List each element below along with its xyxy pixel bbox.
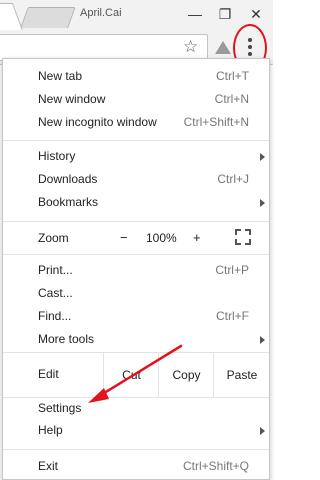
copy-button[interactable]: Copy <box>158 353 214 397</box>
menu-item-new-window[interactable]: New window Ctrl+N <box>3 88 269 111</box>
chrome-menu: New tab Ctrl+T New window Ctrl+N New inc… <box>2 58 270 480</box>
menu-item-downloads[interactable]: Downloads Ctrl+J <box>3 168 269 191</box>
new-tab-button[interactable] <box>20 7 76 28</box>
restore-button[interactable]: ❐ <box>212 2 238 26</box>
menu-item-exit[interactable]: Exit Ctrl+Shift+Q <box>3 455 269 478</box>
menu-item-label: New tab <box>38 69 83 83</box>
submenu-arrow-icon <box>260 199 265 207</box>
menu-item-new-tab[interactable]: New tab Ctrl+T <box>3 65 269 88</box>
menu-item-label: New window <box>38 92 106 106</box>
menu-item-label: Edit <box>38 367 59 381</box>
menu-item-label: Settings <box>38 401 82 415</box>
menu-item-shortcut: Ctrl+J <box>217 172 249 186</box>
menu-item-zoom: Zoom − 100% + <box>3 227 269 250</box>
menu-item-shortcut: Ctrl+N <box>214 92 249 106</box>
submenu-arrow-icon <box>260 153 265 161</box>
menu-divider <box>3 449 269 450</box>
menu-item-shortcut: Ctrl+Shift+Q <box>182 459 249 473</box>
paste-button[interactable]: Paste <box>213 353 270 397</box>
address-bar[interactable] <box>0 34 208 61</box>
submenu-arrow-icon <box>260 336 265 344</box>
menu-item-shortcut: Ctrl+T <box>216 69 249 83</box>
star-icon[interactable]: ☆ <box>183 37 198 57</box>
menu-divider <box>3 221 269 222</box>
menu-item-help[interactable]: Help <box>3 419 269 442</box>
menu-item-label: History <box>38 149 76 163</box>
menu-item-history[interactable]: History <box>3 145 269 168</box>
menu-item-label: Find... <box>38 309 72 323</box>
menu-item-label: More tools <box>38 332 95 346</box>
menu-item-label: Help <box>38 423 63 437</box>
zoom-in-button[interactable]: + <box>193 230 201 245</box>
menu-item-label: New incognito window <box>38 115 157 129</box>
menu-item-cast[interactable]: Cast... <box>3 282 269 305</box>
close-icon: ✕ <box>250 5 262 22</box>
menu-divider <box>3 254 269 255</box>
cut-label: Cut <box>122 368 141 382</box>
zoom-out-button[interactable]: − <box>120 230 128 245</box>
minimize-icon: — <box>188 6 202 22</box>
menu-item-label: Print... <box>38 263 73 277</box>
menu-item-label: Downloads <box>38 172 98 186</box>
menu-divider <box>3 140 269 141</box>
menu-item-label: Bookmarks <box>38 195 99 209</box>
minimize-button[interactable]: — <box>182 2 208 26</box>
restore-icon: ❐ <box>218 5 232 22</box>
menu-item-shortcut: Ctrl+Shift+N <box>183 115 249 129</box>
fullscreen-icon[interactable] <box>235 229 251 245</box>
profile-name[interactable]: April.Cai <box>80 7 122 19</box>
menu-item-label: Cast... <box>38 286 73 300</box>
drive-icon[interactable] <box>215 41 231 54</box>
copy-label: Copy <box>172 368 201 382</box>
zoom-level: 100% <box>146 231 177 245</box>
menu-item-label: Exit <box>38 459 59 473</box>
paste-label: Paste <box>226 368 258 382</box>
menu-item-print[interactable]: Print... Ctrl+P <box>3 259 269 282</box>
submenu-arrow-icon <box>260 427 265 435</box>
close-window-button[interactable]: ✕ <box>243 2 269 26</box>
menu-item-more-tools[interactable]: More tools <box>3 328 269 351</box>
menu-item-settings[interactable]: Settings <box>3 397 269 420</box>
cut-button[interactable]: Cut <box>103 353 159 397</box>
menu-item-edit: Edit Cut Copy Paste <box>3 353 269 397</box>
menu-item-new-incognito[interactable]: New incognito window Ctrl+Shift+N <box>3 111 269 134</box>
title-bar: April.Cai — ❐ ✕ <box>0 0 273 31</box>
menu-item-bookmarks[interactable]: Bookmarks <box>3 191 269 214</box>
menu-item-find[interactable]: Find... Ctrl+F <box>3 305 269 328</box>
menu-item-shortcut: Ctrl+P <box>215 263 249 277</box>
menu-item-shortcut: Ctrl+F <box>216 309 249 323</box>
menu-item-label: Zoom <box>38 231 69 245</box>
